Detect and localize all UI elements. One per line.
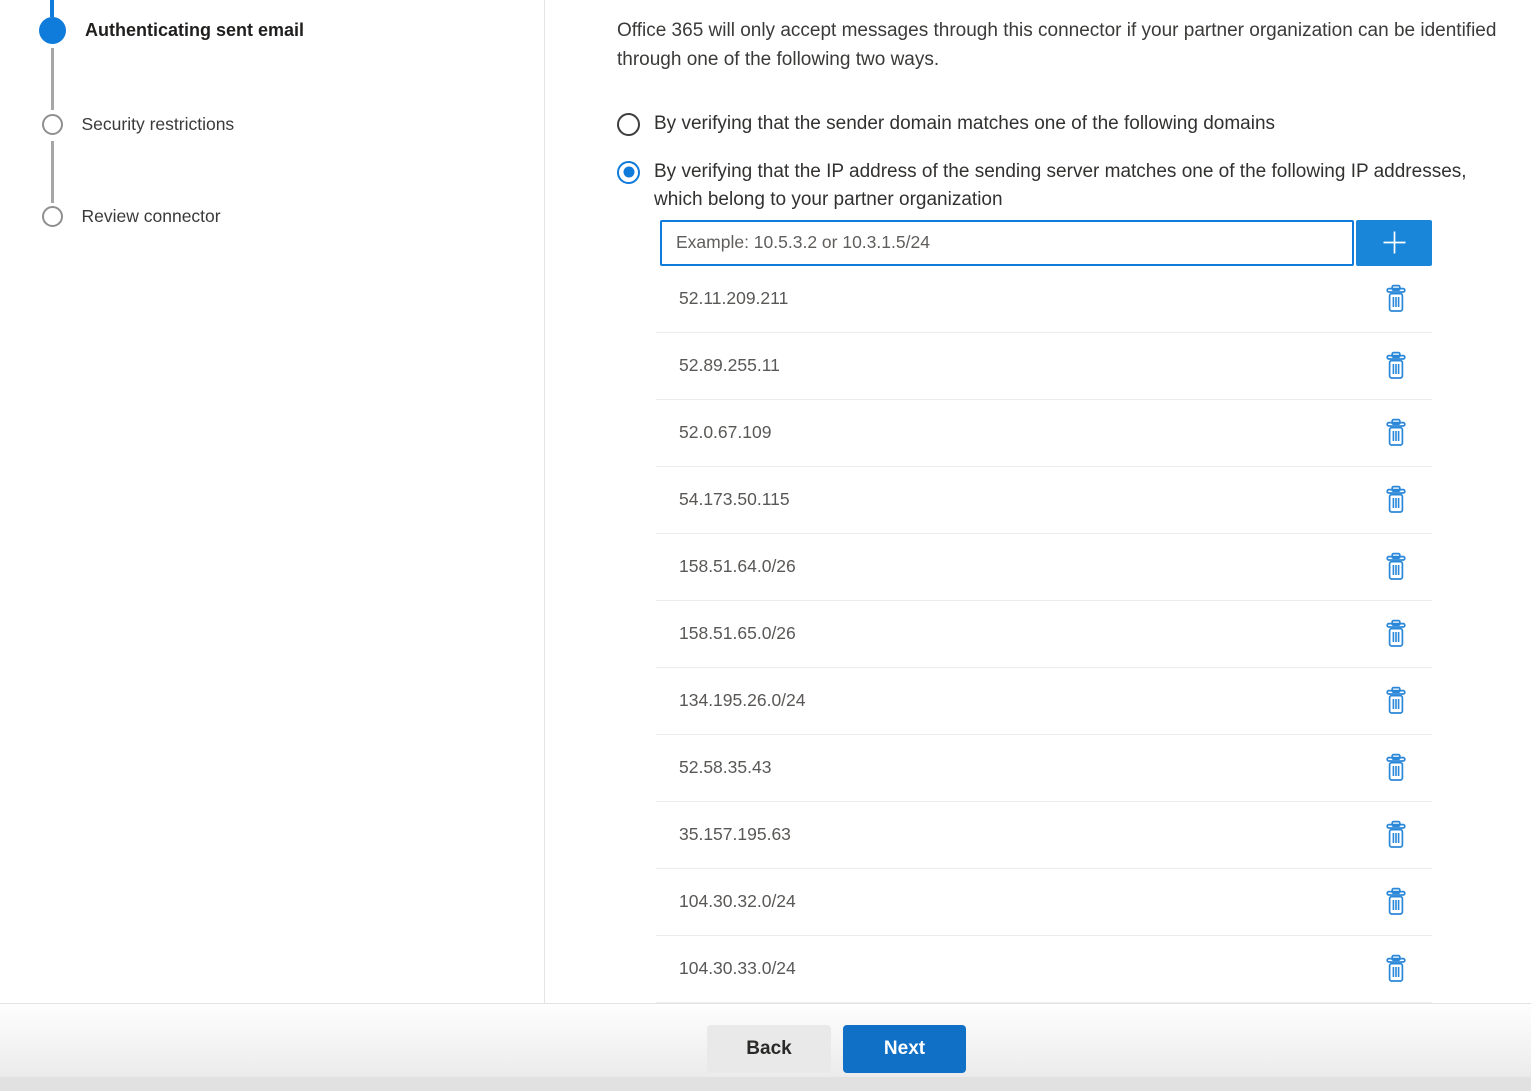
ip-list-row: 104.30.33.0/24 [656,936,1432,1003]
trash-icon [1383,418,1409,447]
ip-address-list: 52.11.209.211 52.89.255.11 [656,266,1432,1003]
ip-address-value: 52.0.67.109 [656,422,771,443]
stepper-step[interactable]: Review connector [39,203,221,230]
delete-ip-button[interactable] [1377,346,1415,386]
trash-icon [1383,619,1409,648]
ip-list-row: 54.173.50.115 [656,467,1432,534]
trash-icon [1383,820,1409,849]
ip-list-row: 52.89.255.11 [656,333,1432,400]
trash-icon [1383,954,1409,983]
back-button[interactable]: Back [707,1025,831,1073]
main-content: Office 365 will only accept messages thr… [617,0,1531,1003]
ip-address-value: 104.30.32.0/24 [656,891,796,912]
ip-address-value: 134.195.26.0/24 [656,690,806,711]
ip-address-value: 52.11.209.211 [656,288,788,309]
delete-ip-button[interactable] [1377,815,1415,855]
trash-icon [1383,552,1409,581]
trash-icon [1383,485,1409,514]
ip-address-value: 104.30.33.0/24 [656,958,796,979]
wizard-stepper-sidebar: Authenticating sent email Security restr… [0,0,545,1003]
delete-ip-button[interactable] [1377,413,1415,453]
ip-input-row [660,220,1531,266]
ip-list-row: 158.51.65.0/26 [656,601,1432,668]
ip-list-row: 104.30.32.0/24 [656,869,1432,936]
trash-icon [1383,686,1409,715]
trash-icon [1383,284,1409,313]
ip-list-row: 35.157.195.63 [656,802,1432,869]
ip-address-value: 52.89.255.11 [656,355,780,376]
delete-ip-button[interactable] [1377,547,1415,587]
ip-list-row: 52.0.67.109 [656,400,1432,467]
wizard-stepper: Authenticating sent email Security restr… [0,0,544,1003]
step-label: Review connector [82,206,221,227]
next-button[interactable]: Next [843,1025,966,1073]
ip-address-value: 158.51.64.0/26 [656,556,796,577]
delete-ip-button[interactable] [1377,882,1415,922]
ip-address-value: 54.173.50.115 [656,489,790,510]
trash-icon [1383,887,1409,916]
step-indicator-icon [39,17,66,44]
ip-address-value: 35.157.195.63 [656,824,791,845]
ip-address-value: 158.51.65.0/26 [656,623,796,644]
delete-ip-button[interactable] [1377,949,1415,989]
wizard-footer: Back Next [0,1003,1531,1077]
radio-icon [617,113,640,136]
radio-option[interactable]: By verifying that the sender domain matc… [617,110,1531,139]
step-label: Security restrictions [82,114,235,135]
ip-address-value: 52.58.35.43 [656,757,771,778]
step-indicator-icon [42,114,63,135]
radio-icon [617,161,640,184]
delete-ip-button[interactable] [1377,480,1415,520]
stepper-step[interactable]: Authenticating sent email [39,17,304,44]
radio-option-label: By verifying that the IP address of the … [654,158,1486,215]
step-label: Authenticating sent email [85,20,304,41]
bottom-strip [0,1077,1531,1091]
stepper-step[interactable]: Security restrictions [39,111,234,138]
delete-ip-button[interactable] [1377,748,1415,788]
delete-ip-button[interactable] [1377,279,1415,319]
trash-icon [1383,351,1409,380]
step-indicator-icon [42,206,63,227]
ip-list-row: 158.51.64.0/26 [656,534,1432,601]
delete-ip-button[interactable] [1377,614,1415,654]
delete-ip-button[interactable] [1377,681,1415,721]
stepper-steps: Authenticating sent email Security restr… [0,0,544,1003]
connector-wizard-page: Authenticating sent email Security restr… [0,0,1531,1091]
radio-option[interactable]: By verifying that the IP address of the … [617,158,1531,215]
ip-list-row: 134.195.26.0/24 [656,668,1432,735]
identity-options: By verifying that the sender domain matc… [617,110,1531,215]
ip-address-input[interactable] [660,220,1354,266]
trash-icon [1383,753,1409,782]
ip-list-row: 52.58.35.43 [656,735,1432,802]
intro-text: Office 365 will only accept messages thr… [617,17,1531,74]
radio-option-label: By verifying that the sender domain matc… [654,110,1275,139]
ip-list-row: 52.11.209.211 [656,266,1432,333]
add-ip-button[interactable] [1356,220,1432,266]
plus-icon [1379,227,1410,258]
